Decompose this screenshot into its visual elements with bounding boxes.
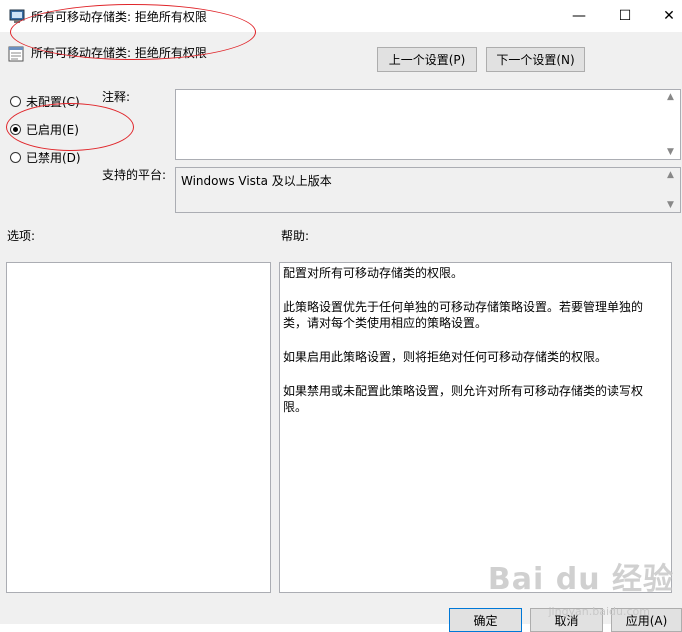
help-paragraph: 此策略设置优先于任何单独的可移动存储策略设置。若要管理单独的类，请对每个类使用相… [283,300,644,330]
radio-circle[interactable] [10,152,21,163]
scroll-up-icon[interactable]: ▲ [667,170,674,180]
radio-disabled[interactable]: 已禁用(D) [10,149,81,166]
scroll-down-icon[interactable]: ▼ [667,147,674,157]
help-text: 配置对所有可移动存储类的权限。 此策略设置优先于任何单独的可移动存储策略设置。若… [283,265,663,433]
help-paragraph: 如果启用此策略设置，则将拒绝对任何可移动存储类的权限。 [283,350,608,364]
options-label: 选项: [7,229,36,243]
next-setting-button[interactable]: 下一个设置(N) [486,47,585,72]
radio-label: 已禁用(D) [26,151,81,165]
watermark-url: jingyan.baidu.com [548,605,650,618]
ok-button[interactable]: 确定 [449,608,522,632]
help-paragraph: 配置对所有可移动存储类的权限。 [283,266,464,280]
settings-icon [8,46,24,62]
comment-textarea[interactable]: ▲ ▼ [175,89,681,160]
comment-label: 注释: [102,90,131,104]
help-paragraph: 如果禁用或未配置此策略设置，则允许对所有可移动存储类的读写权限。 [283,384,644,414]
scroll-up-icon[interactable]: ▲ [667,92,674,102]
maximize-button[interactable]: ☐ [602,0,648,32]
platform-value: Windows Vista 及以上版本 [181,174,332,188]
annotation-ellipse-enabled [6,103,134,151]
options-panel[interactable] [6,262,271,593]
help-label: 帮助: [281,229,310,243]
radio-circle[interactable] [10,96,21,107]
platform-scrollbar[interactable]: ▲ ▼ [663,168,680,212]
platform-field: Windows Vista 及以上版本 ▲ ▼ [175,167,681,213]
watermark-logo: Bai du 经验 [487,562,674,597]
comment-scrollbar[interactable]: ▲ ▼ [663,90,680,159]
platform-label: 支持的平台: [102,168,167,182]
minimize-button[interactable]: — [556,0,602,32]
scroll-down-icon[interactable]: ▼ [667,200,674,210]
prev-setting-button[interactable]: 上一个设置(P) [377,47,477,72]
annotation-ellipse-title [10,4,256,60]
close-button[interactable]: ✕ [646,0,682,32]
